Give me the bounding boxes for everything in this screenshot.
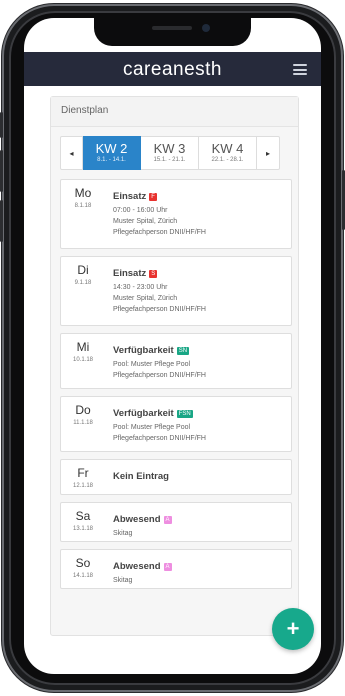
day-date: 13.1.18 <box>72 526 94 532</box>
entry-detail-line: Muster Spital, Zürich <box>113 295 178 302</box>
day-name: Di <box>77 263 89 277</box>
entry-details: Verfügbarkeit FSN Pool: Muster Pflege Pool… <box>113 403 287 443</box>
plus-icon: + <box>286 616 300 641</box>
day-column: Sa 13.1.18 <box>61 503 105 532</box>
day-date: 9.1.18 <box>74 280 92 286</box>
entry-detail-line: Muster Spital, Zürich <box>113 218 178 225</box>
entry-title: Verfügbarkeit <box>113 345 174 356</box>
schedule-entry[interactable]: Fr 12.1.18 Kein Eintrag <box>60 459 292 495</box>
entry-detail-line: Pool: Muster Pflege Pool <box>113 424 191 431</box>
entry-detail-line: Skitag <box>113 577 133 584</box>
day-name: Mi <box>76 340 90 354</box>
week-tab-label: KW 3 <box>153 141 186 156</box>
schedule-entry[interactable]: Do 11.1.18 Verfügbarkeit FSN Pool: Muster Pf… <box>60 396 292 452</box>
prev-week-button[interactable]: ◂ <box>60 136 83 170</box>
day-name: Do <box>75 403 91 417</box>
entry-details: Einsatz S 14:30 - 23:00 Uhr Muster Spital, … <box>113 263 287 314</box>
schedule-entry[interactable]: Mo 8.1.18 Einsatz F 07:00 - 16:00 Uhr Muster … <box>60 179 292 249</box>
week-tab-range: 22.1. - 28.1. <box>211 157 244 163</box>
phone-volume-down-button <box>0 200 3 242</box>
speaker-grille <box>152 26 192 30</box>
entry-detail-line: Pflegefachperson DNII/HF/FH <box>113 306 206 313</box>
week-navigation: ◂ KW 2 8.1. - 14.1. KW 3 15.1. - 21.1. KW 42… <box>60 136 290 170</box>
card-title: Dienstplan <box>51 97 298 127</box>
entry-detail-line: Pool: Muster Pflege Pool <box>113 361 191 368</box>
entry-detail-line: Pflegefachperson DNII/HF/FH <box>113 435 206 442</box>
chevron-right-icon: ▸ <box>265 148 270 158</box>
day-column: Mi 10.1.18 <box>61 334 105 363</box>
phone-volume-up-button <box>0 150 3 192</box>
week-tab-label: KW 4 <box>211 141 244 156</box>
phone-notch <box>94 18 251 46</box>
entry-title: Abwesend <box>113 561 161 572</box>
day-name: Sa <box>75 509 91 523</box>
schedule-entry[interactable]: Sa 13.1.18 Abwesend A Skitag <box>60 502 292 542</box>
next-week-button[interactable]: ▸ <box>257 136 280 170</box>
phone-screen: careanesth Dienstplan ◂ KW 2 8.1. - 14.1.… <box>24 18 321 674</box>
shift-badge: SN <box>176 347 190 355</box>
day-column: Do 11.1.18 <box>61 397 105 426</box>
front-camera <box>202 24 210 32</box>
entry-detail-line: 07:00 - 16:00 Uhr <box>113 207 168 214</box>
day-date: 8.1.18 <box>74 203 92 209</box>
day-date: 14.1.18 <box>72 573 94 579</box>
day-name: Fr <box>77 466 89 480</box>
entry-title: Kein Eintrag <box>113 471 169 482</box>
entry-details: Kein Eintrag <box>113 466 287 484</box>
day-name: So <box>75 556 91 570</box>
entry-details: Abwesend A Skitag <box>113 556 287 585</box>
week-tab-range: 8.1. - 14.1. <box>97 157 126 163</box>
entry-title: Verfügbarkeit <box>113 408 174 419</box>
add-entry-button[interactable]: + <box>272 608 314 650</box>
entry-details: Verfügbarkeit SN Pool: Muster Pflege Pool P… <box>113 340 287 380</box>
schedule-entry[interactable]: So 14.1.18 Abwesend A Skitag <box>60 549 292 589</box>
entry-title: Einsatz <box>113 268 147 279</box>
entry-detail-line: 14:30 - 23:00 Uhr <box>113 284 168 291</box>
entry-details: Abwesend A Skitag <box>113 509 287 538</box>
app-header: careanesth <box>24 52 321 86</box>
entry-detail-line: Pflegefachperson DNII/HF/FH <box>113 229 206 236</box>
entry-detail-line: Pflegefachperson DNII/HF/FH <box>113 372 206 379</box>
day-column: Mo 8.1.18 <box>61 180 105 209</box>
week-tab[interactable]: KW 2 8.1. - 14.1. <box>83 136 141 170</box>
entry-detail-line: Skitag <box>113 530 133 537</box>
entry-title: Einsatz <box>113 191 147 202</box>
entry-details: Einsatz F 07:00 - 16:00 Uhr Muster Spital, … <box>113 186 287 237</box>
day-column: Di 9.1.18 <box>61 257 105 286</box>
day-column: Fr 12.1.18 <box>61 460 105 489</box>
hamburger-menu-icon[interactable] <box>293 64 307 75</box>
week-tab-range: 15.1. - 21.1. <box>153 157 186 163</box>
shift-badge: F <box>149 193 157 201</box>
day-date: 12.1.18 <box>72 483 94 489</box>
schedule-entry[interactable]: Mi 10.1.18 Verfügbarkeit SN Pool: Muster Pfl… <box>60 333 292 389</box>
entry-title: Abwesend <box>113 514 161 525</box>
phone-side-button <box>0 112 3 138</box>
brand-logo[interactable]: careanesth <box>24 59 321 81</box>
shift-badge: A <box>163 563 172 571</box>
week-tab-label: KW 2 <box>95 141 128 156</box>
dienstplan-card: Dienstplan ◂ KW 2 8.1. - 14.1. KW 3 15.1. -… <box>50 96 299 636</box>
chevron-left-icon: ◂ <box>69 148 74 158</box>
day-column: So 14.1.18 <box>61 550 105 579</box>
day-date: 10.1.18 <box>72 357 94 363</box>
week-tab[interactable]: KW 4 22.1. - 28.1. <box>199 136 257 170</box>
week-tab[interactable]: KW 3 15.1. - 21.1. <box>141 136 199 170</box>
shift-badge: A <box>163 516 172 524</box>
day-date: 11.1.18 <box>73 420 93 426</box>
day-name: Mo <box>74 186 92 200</box>
schedule-entry[interactable]: Di 9.1.18 Einsatz S 14:30 - 23:00 Uhr Muster … <box>60 256 292 326</box>
shift-badge: S <box>149 270 158 278</box>
shift-badge: FSN <box>176 410 193 418</box>
